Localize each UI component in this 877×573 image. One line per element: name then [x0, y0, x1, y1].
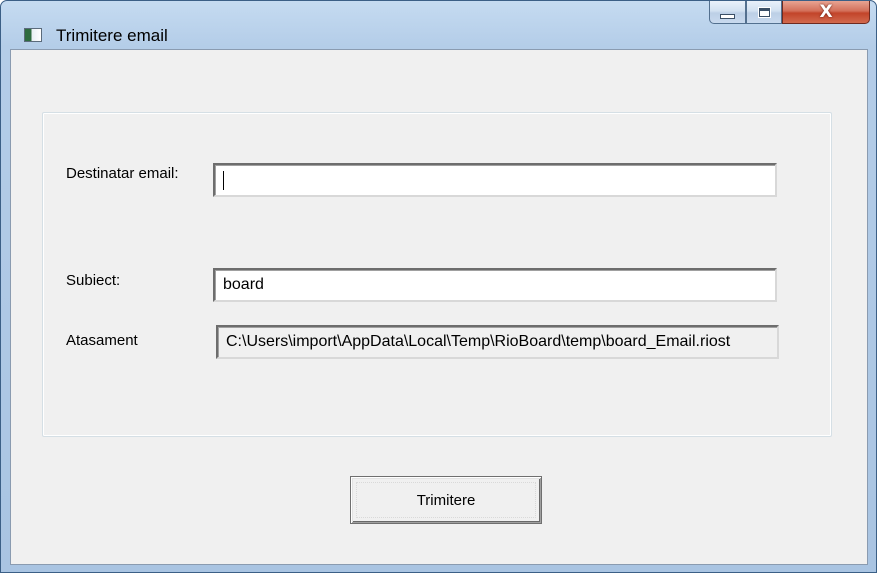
text-caret — [223, 170, 224, 190]
maximize-icon — [757, 6, 771, 18]
close-button[interactable]: X — [782, 1, 870, 24]
minimize-button[interactable] — [709, 1, 746, 24]
focus-ring — [356, 482, 536, 518]
subject-label: Subiect: — [66, 272, 121, 289]
send-button[interactable]: Trimitere — [350, 476, 542, 524]
dialog-client-area: Destinatar email: Subiect: board Atasame… — [10, 49, 868, 565]
caption-buttons: X — [709, 1, 870, 25]
title-bar[interactable]: Trimitere email X — [1, 1, 876, 49]
maximize-button[interactable] — [746, 1, 782, 24]
recipient-input[interactable] — [213, 163, 777, 197]
window-app-icon[interactable] — [24, 28, 42, 42]
email-dialog-window: Trimitere email X Destinatar email: Subi… — [0, 0, 877, 573]
minimize-icon — [720, 13, 735, 19]
attachment-label: Atasament — [66, 332, 138, 349]
close-icon: X — [819, 1, 833, 22]
attachment-path-value: C:\Users\import\AppData\Local\Temp\RioBo… — [226, 333, 731, 350]
subject-value: board — [223, 276, 264, 293]
subject-input[interactable]: board — [213, 268, 777, 302]
recipient-label: Destinatar email: — [66, 165, 179, 182]
attachment-path-field[interactable]: C:\Users\import\AppData\Local\Temp\RioBo… — [216, 325, 779, 359]
window-title: Trimitere email — [56, 26, 168, 45]
